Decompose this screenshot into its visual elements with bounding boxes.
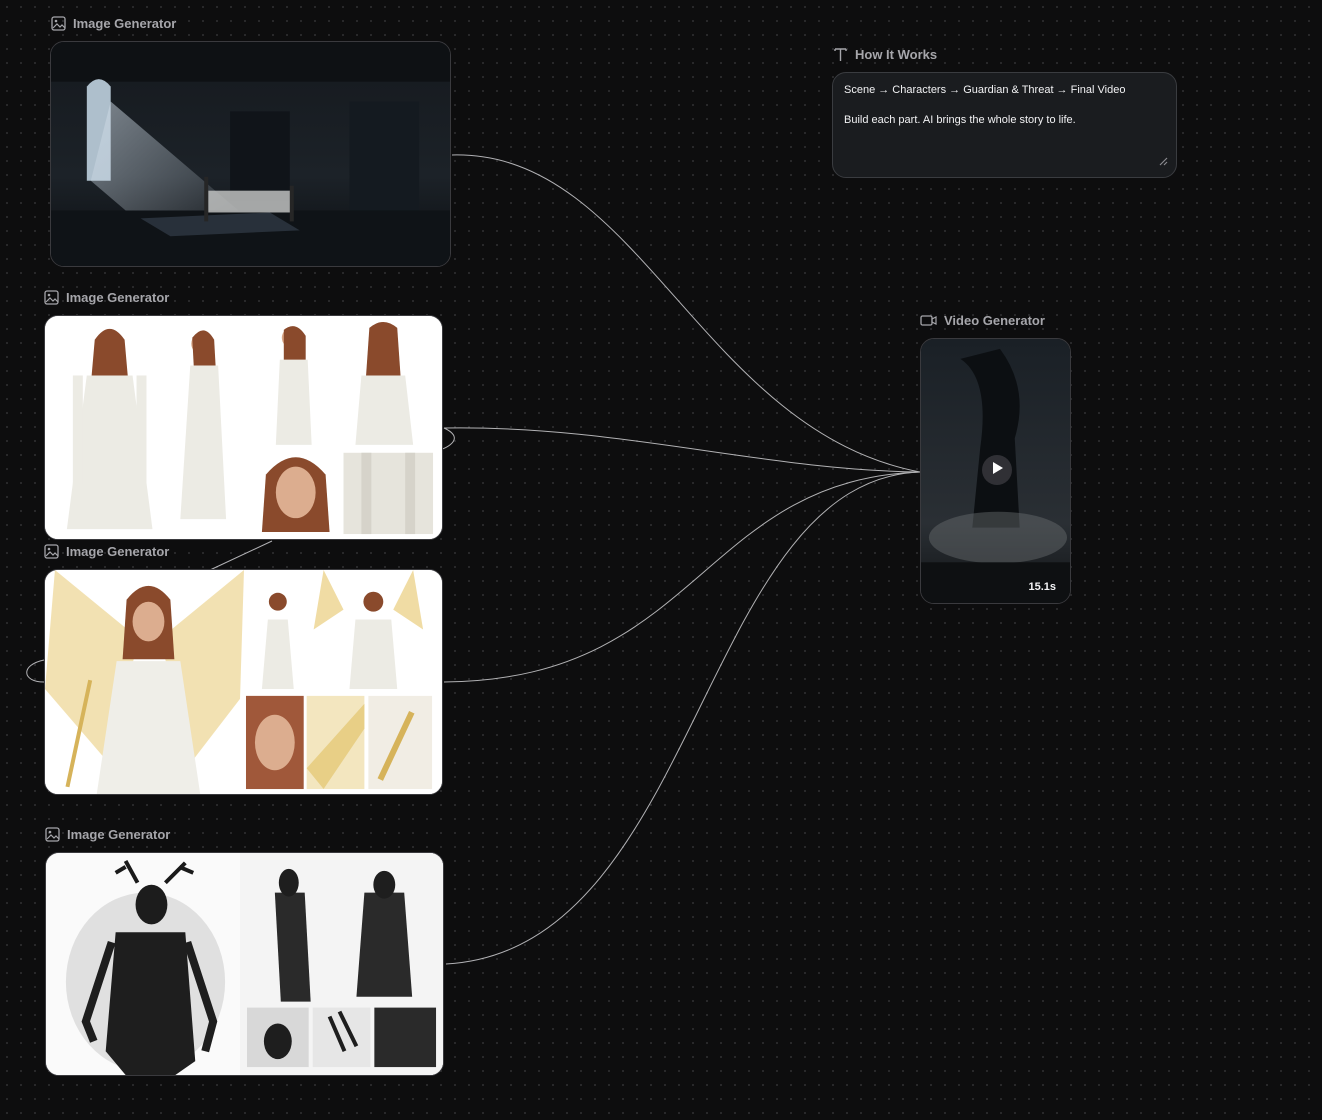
play-icon xyxy=(992,461,1003,479)
scene-node-title[interactable]: Image Generator xyxy=(51,16,176,31)
text-icon xyxy=(833,47,848,62)
how-it-works-line-1: Scene → Characters → Guardian & Threat →… xyxy=(844,84,1126,96)
image-icon xyxy=(51,16,66,31)
how-it-works-label: How It Works xyxy=(855,47,938,62)
gothic-bedroom-image xyxy=(51,42,450,266)
video-node-title[interactable]: Video Generator xyxy=(920,313,1045,328)
edge-threat-to-video xyxy=(445,471,921,965)
edge-scene-to-video xyxy=(451,154,921,473)
characters-node-label: Image Generator xyxy=(66,290,170,305)
how-it-works-line-2: Build each part. AI brings the whole sto… xyxy=(844,113,1076,126)
threat-node-label: Image Generator xyxy=(67,827,171,842)
threat-node-title[interactable]: Image Generator xyxy=(45,827,170,842)
scene-image-card[interactable] xyxy=(50,41,451,267)
resize-handle-icon[interactable] xyxy=(1158,156,1168,171)
play-button[interactable] xyxy=(982,455,1012,485)
image-icon xyxy=(45,827,60,842)
guardian-node-title[interactable]: Image Generator xyxy=(44,544,169,559)
edge-characters-to-video xyxy=(443,427,921,473)
guardian-node-label: Image Generator xyxy=(66,544,170,559)
edge-guardian-loop xyxy=(26,659,45,683)
image-icon xyxy=(44,290,59,305)
image-icon xyxy=(44,544,59,559)
character-sheet-image xyxy=(45,316,442,539)
video-duration: 15.1s xyxy=(1028,581,1056,593)
characters-node-title[interactable]: Image Generator xyxy=(44,290,169,305)
threat-sheet-card[interactable] xyxy=(45,852,444,1076)
character-sheet-card[interactable] xyxy=(44,315,443,540)
video-preview-card[interactable]: 15.1s xyxy=(920,338,1071,604)
video-node-label: Video Generator xyxy=(944,313,1045,328)
video-icon xyxy=(920,314,937,327)
how-it-works-textarea[interactable]: Scene → Characters → Guardian & Threat →… xyxy=(832,72,1177,178)
shadow-creature-image xyxy=(46,853,443,1075)
guardian-angel-image xyxy=(45,570,442,794)
scene-node-label: Image Generator xyxy=(73,16,177,31)
how-it-works-title[interactable]: How It Works xyxy=(833,47,937,62)
guardian-sheet-card[interactable] xyxy=(44,569,443,795)
edge-guardian-to-video xyxy=(443,471,921,683)
